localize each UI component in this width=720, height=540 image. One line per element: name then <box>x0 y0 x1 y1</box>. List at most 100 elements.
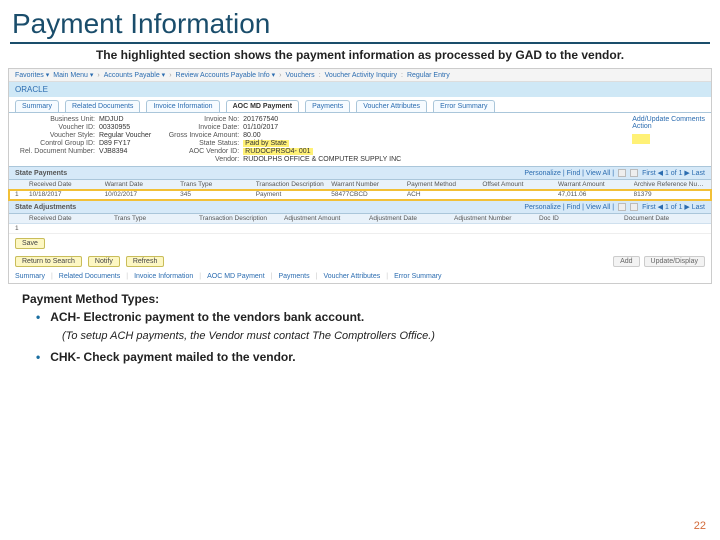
tab-related-documents[interactable]: Related Documents <box>65 100 140 112</box>
gross-amount-value: 80.00 <box>243 132 261 139</box>
sa-r1-seq: 1 <box>15 225 25 232</box>
sa-h-received: Received Date <box>29 215 110 222</box>
download-icon[interactable] <box>630 169 638 177</box>
update-display-button[interactable]: Update/Display <box>644 256 705 267</box>
sa-personalize[interactable]: Personalize | Find | View All | <box>524 204 614 211</box>
action-row: Return to Search Notify Refresh Add Upda… <box>9 253 711 270</box>
action-link[interactable]: Action <box>632 123 705 130</box>
sa-h-doc-date: Document Date <box>624 215 705 222</box>
download-icon[interactable] <box>630 203 638 211</box>
invoice-date-value: 01/10/2017 <box>243 124 278 131</box>
add-update-comments-link[interactable]: Add/Update Comments <box>632 116 705 123</box>
bottom-links: Summary| Related Documents| Invoice Info… <box>9 270 711 283</box>
sa-h-trans-type: Trans Type <box>114 215 195 222</box>
refresh-button[interactable]: Refresh <box>126 256 165 267</box>
vendor-value: RUDOLPHS OFFICE & COMPUTER SUPPLY INC <box>243 156 401 163</box>
bl-voucher-attributes[interactable]: Voucher Attributes <box>323 273 380 280</box>
sp-r1-received: 10/18/2017 <box>29 191 101 198</box>
sp-r1-warrant-date: 10/02/2017 <box>105 191 177 198</box>
sp-h-warrant-amt: Warrant Amount <box>558 181 630 188</box>
zoom-icon[interactable] <box>618 169 626 177</box>
sp-row-1: 1 10/18/2017 10/02/2017 345 Payment 5847… <box>9 190 711 200</box>
bc-vouchers[interactable]: Vouchers <box>286 72 315 79</box>
sa-h-doc-id: Doc ID <box>539 215 620 222</box>
tab-error-summary[interactable]: Error Summary <box>433 100 494 112</box>
bc-voucher-activity[interactable]: Voucher Activity Inquiry <box>325 72 397 79</box>
sp-h-offset: Offset Amount <box>482 181 554 188</box>
control-group-value: D89 FY17 <box>99 140 131 147</box>
return-to-search-button[interactable]: Return to Search <box>15 256 82 267</box>
bc-regular-entry[interactable]: Regular Entry <box>407 72 450 79</box>
tab-invoice-information[interactable]: Invoice Information <box>146 100 219 112</box>
notes-section: Payment Method Types: ACH- Electronic pa… <box>0 284 720 364</box>
state-payments-title: State Payments <box>15 170 67 177</box>
voucher-id-label: Voucher ID: <box>15 124 95 131</box>
menubar: Favorites ▾ Main Menu ▾ › Accounts Payab… <box>9 69 711 82</box>
header-fields: Business Unit:MDJUD Voucher ID:00330955 … <box>9 113 711 166</box>
sp-r1-seq: 1 <box>15 191 25 198</box>
voucher-style-value: Regular Voucher <box>99 132 151 139</box>
voucher-id-value: 00330955 <box>99 124 130 131</box>
sp-r1-archive-ref: 81379 <box>634 191 706 198</box>
comments-icon[interactable] <box>632 134 650 144</box>
bl-payments[interactable]: Payments <box>278 273 309 280</box>
bl-related-documents[interactable]: Related Documents <box>59 273 120 280</box>
sp-nav[interactable]: First ◀ 1 of 1 ▶ Last <box>642 169 705 177</box>
vendor-label: Vendor: <box>159 156 239 163</box>
control-group-label: Control Group ID: <box>15 140 95 147</box>
state-adjustments-title: State Adjustments <box>15 204 76 211</box>
note-ach-sub: (To setup ACH payments, the Vendor must … <box>62 330 698 342</box>
title-rule <box>10 42 710 44</box>
tab-aoc-md-payment[interactable]: AOC MD Payment <box>226 100 300 112</box>
sp-r1-offset <box>482 191 554 198</box>
brand-bar: ORACLE <box>9 82 711 97</box>
tab-payments[interactable]: Payments <box>305 100 350 112</box>
invoice-no-value: 201767540 <box>243 116 278 123</box>
sp-h-warrant-no: Warrant Number <box>331 181 403 188</box>
notify-button[interactable]: Notify <box>88 256 120 267</box>
bu-label: Business Unit: <box>15 116 95 123</box>
slide-title: Payment Information <box>0 0 720 42</box>
sa-h-adj-date: Adjustment Date <box>369 215 450 222</box>
notes-header: Payment Method Types: <box>22 292 698 306</box>
menu-favorites[interactable]: Favorites ▾ <box>15 71 49 79</box>
save-button[interactable]: Save <box>15 238 45 249</box>
gross-amount-label: Gross Invoice Amount: <box>159 132 239 139</box>
sa-nav[interactable]: First ◀ 1 of 1 ▶ Last <box>642 203 705 211</box>
note-chk: CHK- Check payment mailed to the vendor. <box>36 350 698 364</box>
state-adjustments-header: State Adjustments Personalize | Find | V… <box>9 200 711 214</box>
bl-invoice-information[interactable]: Invoice Information <box>134 273 193 280</box>
bl-aoc-md-payment[interactable]: AOC MD Payment <box>207 273 265 280</box>
bl-summary[interactable]: Summary <box>15 273 45 280</box>
rel-doc-value: VJB8394 <box>99 148 127 155</box>
add-button[interactable]: Add <box>613 256 639 267</box>
tab-summary[interactable]: Summary <box>15 100 59 112</box>
sp-r1-trans-type: 345 <box>180 191 252 198</box>
app-screenshot: Favorites ▾ Main Menu ▾ › Accounts Payab… <box>8 68 712 284</box>
sp-h-trans-type: Trans Type <box>180 181 252 188</box>
page-number: 22 <box>694 520 706 532</box>
tab-row: Summary Related Documents Invoice Inform… <box>9 97 711 113</box>
slide-subtitle: The highlighted section shows the paymen… <box>0 48 720 68</box>
menu-main[interactable]: Main Menu ▾ <box>53 71 93 79</box>
state-payments-header: State Payments Personalize | Find | View… <box>9 166 711 180</box>
sp-personalize[interactable]: Personalize | Find | View All | <box>524 170 614 177</box>
sp-r1-trans-desc: Payment <box>256 191 328 198</box>
tab-voucher-attributes[interactable]: Voucher Attributes <box>356 100 427 112</box>
bl-error-summary[interactable]: Error Summary <box>394 273 441 280</box>
bc-accounts-payable[interactable]: Accounts Payable ▾ <box>104 71 166 79</box>
sp-h-archive-ref: Archive Reference Number <box>634 181 706 188</box>
sa-h-adj-no: Adjustment Number <box>454 215 535 222</box>
state-status-value: Paid by State <box>243 140 289 147</box>
save-row: Save <box>9 234 711 253</box>
sp-h-received: Received Date <box>29 181 101 188</box>
zoom-icon[interactable] <box>618 203 626 211</box>
sa-grid-header: Received Date Trans Type Transaction Des… <box>9 214 711 224</box>
sa-h-trans-desc: Transaction Description <box>199 215 280 222</box>
aoc-vendor-id-label: AOC Vendor ID: <box>159 148 239 155</box>
aoc-vendor-id-value: RUDOCPRSO4- 001 <box>243 148 312 155</box>
sa-row-1: 1 <box>9 224 711 234</box>
rel-doc-label: Rel. Document Number: <box>15 148 95 155</box>
sa-h-adj-amt: Adjustment Amount <box>284 215 365 222</box>
bc-review-ap-info[interactable]: Review Accounts Payable Info ▾ <box>176 71 276 79</box>
